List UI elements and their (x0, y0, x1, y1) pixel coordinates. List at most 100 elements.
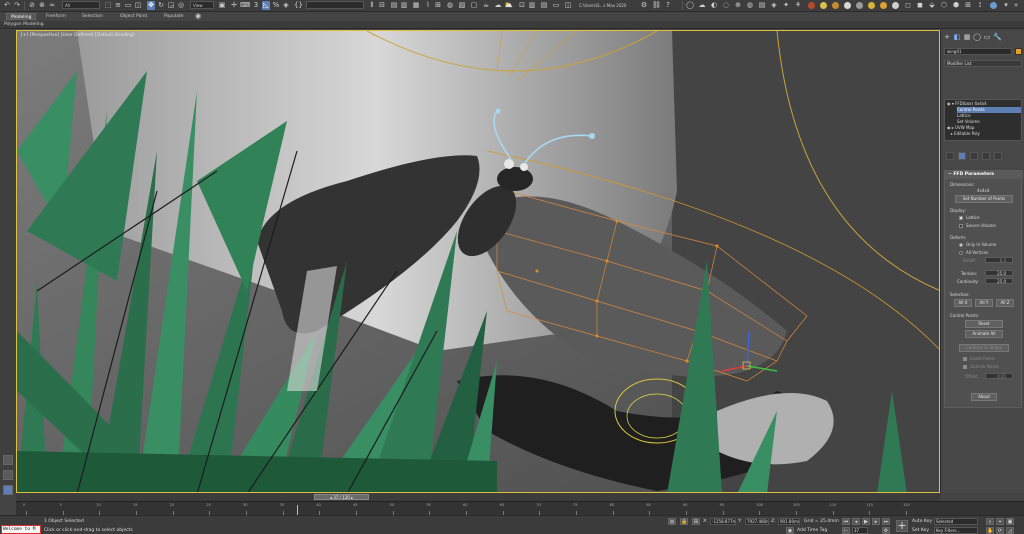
zoom-all-icon[interactable]: ⌖ (996, 518, 1004, 525)
render-production-icon[interactable]: ☕ (482, 1, 490, 10)
create-lights-icon[interactable]: ◐ (710, 1, 718, 10)
time-slider-thumb[interactable]: ◂ 37 / 120 ▸ (314, 494, 369, 500)
tab-freeform[interactable]: Freeform (42, 13, 70, 20)
redo-icon[interactable]: ↷ (13, 1, 21, 10)
create-tab-icon[interactable]: + (943, 33, 951, 41)
lattice-checkbox[interactable] (959, 216, 963, 220)
physical-camera-icon[interactable]: ⬙ (928, 1, 936, 10)
all-x-button[interactable]: All X (954, 299, 972, 307)
maxscript-listener[interactable]: Welcome to M (1, 525, 41, 534)
spinner-snap-icon[interactable]: ◈ (282, 1, 290, 10)
create-systems-icon[interactable]: ▤ (758, 1, 766, 10)
tab-modeling[interactable]: Modeling (6, 13, 37, 20)
key-mode-dropdown[interactable]: Selected (934, 518, 978, 525)
y-coordinate-field[interactable]: 7927.466mm (745, 518, 769, 525)
toggle-layer-explorer-icon[interactable]: ▥ (400, 1, 408, 10)
falloff-spinner[interactable]: 0.0 (985, 257, 1013, 263)
skylight-icon[interactable] (880, 2, 887, 9)
angle-snap-icon[interactable]: ◺ (262, 1, 270, 10)
sky-icon[interactable] (832, 2, 839, 9)
particles-icon[interactable]: ✦ (782, 1, 790, 10)
select-object-icon[interactable]: ⬚ (104, 1, 112, 10)
sun-icon[interactable] (820, 2, 827, 9)
animate-all-button[interactable]: Animate All (965, 330, 1003, 338)
set-number-of-points-button[interactable]: Set Number of Points (955, 195, 1013, 203)
absolute-mode-icon[interactable]: ⊞ (692, 518, 700, 525)
render-in-cloud-icon[interactable]: ⛅ (504, 1, 513, 10)
schematic-view-icon[interactable]: ⊞ (434, 1, 442, 10)
rendered-frame-window-icon[interactable]: ▢ (470, 1, 478, 10)
isolate-selection-icon[interactable]: ◍ (668, 518, 676, 525)
create-helpers-icon[interactable]: ⊕ (734, 1, 742, 10)
utilities-tab-icon[interactable]: 🔧 (993, 33, 1002, 41)
loft-icon[interactable]: ⚘ (794, 1, 802, 10)
configure-sets-icon[interactable] (994, 152, 1002, 160)
keyboard-shortcut-icon[interactable]: ⌨ (240, 1, 250, 10)
conform-to-shape-button[interactable]: Conform to Shape (959, 344, 1009, 352)
key-mode-icon[interactable]: ⊢ (842, 527, 850, 534)
toggle-ribbon-icon[interactable]: ▦ (412, 1, 420, 10)
create-cameras-icon[interactable]: ◌ (722, 1, 730, 10)
hierarchy-tab-icon[interactable]: ▦ (963, 33, 971, 41)
add-time-tag-label[interactable]: Add Time Tag (797, 528, 827, 533)
object-name-field[interactable]: wing01 (944, 48, 1012, 55)
tab-selection[interactable]: Selection (78, 13, 107, 20)
file-icon[interactable]: ▤ (540, 1, 548, 10)
rollout-header[interactable]: − FFD Parameters (945, 171, 1023, 179)
point-helper-icon[interactable]: ⬢ (952, 1, 960, 10)
ribbon-options-icon[interactable]: ◉ (194, 12, 202, 21)
auto-key-button[interactable]: Auto Key (912, 519, 932, 524)
mr-sky-icon[interactable] (844, 2, 851, 9)
snaps-toggle-icon[interactable]: 3 (252, 1, 260, 10)
render-sphere-icon[interactable] (808, 2, 815, 9)
all-y-button[interactable]: All Y (975, 299, 993, 307)
source-volume-checkbox[interactable] (959, 224, 963, 228)
bind-space-warp-icon[interactable]: ≈ (48, 1, 56, 10)
eye-icon[interactable]: ◉ ▸ (947, 125, 955, 130)
tab-populate[interactable]: Populate (160, 13, 188, 20)
selection-filter-dropdown[interactable]: All (62, 1, 100, 9)
percent-snap-icon[interactable]: % (272, 1, 280, 10)
rectangular-selection-icon[interactable]: ▭ (124, 1, 132, 10)
outside-points-checkbox[interactable] (963, 365, 967, 369)
play-icon[interactable]: ▶ (862, 518, 870, 525)
workspace-menu-icon[interactable]: ▾ (1002, 1, 1010, 10)
sign-in-icon[interactable] (990, 2, 997, 9)
stack-item-editable-poly[interactable]: ▸ Editable Poly (947, 131, 1021, 137)
current-frame-marker[interactable] (297, 505, 299, 515)
help-icon[interactable]: ? (664, 1, 672, 10)
modifier-list-dropdown[interactable]: Modifier List (944, 60, 1022, 67)
time-tag-icon[interactable]: ◉ (786, 527, 794, 534)
select-scale-icon[interactable]: ◲ (167, 1, 175, 10)
window-crossing-icon[interactable]: ◫ (134, 1, 142, 10)
folder-icon[interactable]: ▭ (552, 1, 560, 10)
tab-object-paint[interactable]: Object Paint (116, 13, 151, 20)
eye-icon[interactable]: ◉ ▾ (947, 101, 955, 106)
placement-icon[interactable]: ◎ (177, 1, 185, 10)
free-camera-icon[interactable]: ◼ (916, 1, 924, 10)
all-z-button[interactable]: All Z (996, 299, 1014, 307)
remove-modifier-icon[interactable] (982, 152, 990, 160)
time-slider[interactable]: ◂ 37 / 120 ▸ (16, 493, 940, 501)
unlink-icon[interactable]: ⊗ (38, 1, 46, 10)
x-coordinate-field[interactable]: -1258.877mm (710, 518, 736, 525)
track-bar[interactable]: 0 5 10 15 20 25 30 35 40 45 50 55 60 65 70 75 80 85 90 95 10… (16, 501, 1024, 515)
only-in-volume-radio[interactable] (959, 243, 963, 247)
offset-spinner[interactable]: 0.05 (985, 373, 1013, 379)
select-move-icon[interactable]: ✥ (147, 1, 155, 10)
toggle-scene-explorer-icon[interactable]: ▤ (390, 1, 398, 10)
daylight-icon[interactable] (868, 2, 875, 9)
create-shapes-icon[interactable]: ☁ (698, 1, 706, 10)
tape-helper-icon[interactable]: ⟟ (976, 1, 984, 10)
viewport-layout-button-active[interactable] (3, 485, 13, 495)
display-tab-icon[interactable]: ▭ (983, 33, 991, 41)
show-end-result-icon[interactable] (958, 152, 966, 160)
current-frame-field[interactable]: 37 (852, 527, 868, 534)
link-icon[interactable]: ⊘ (28, 1, 36, 10)
project-settings-icon[interactable]: ⚙ (640, 1, 648, 10)
viewport-layout-button[interactable] (3, 455, 13, 465)
perspective-viewport[interactable]: [+] [Perspective] [User Defined] [Defaul… (16, 30, 940, 493)
render-activeshade-icon[interactable]: ☁ (494, 1, 502, 10)
continuity-spinner[interactable]: 25.0 (985, 278, 1013, 284)
orbit-icon[interactable]: ⟳ (996, 527, 1004, 534)
